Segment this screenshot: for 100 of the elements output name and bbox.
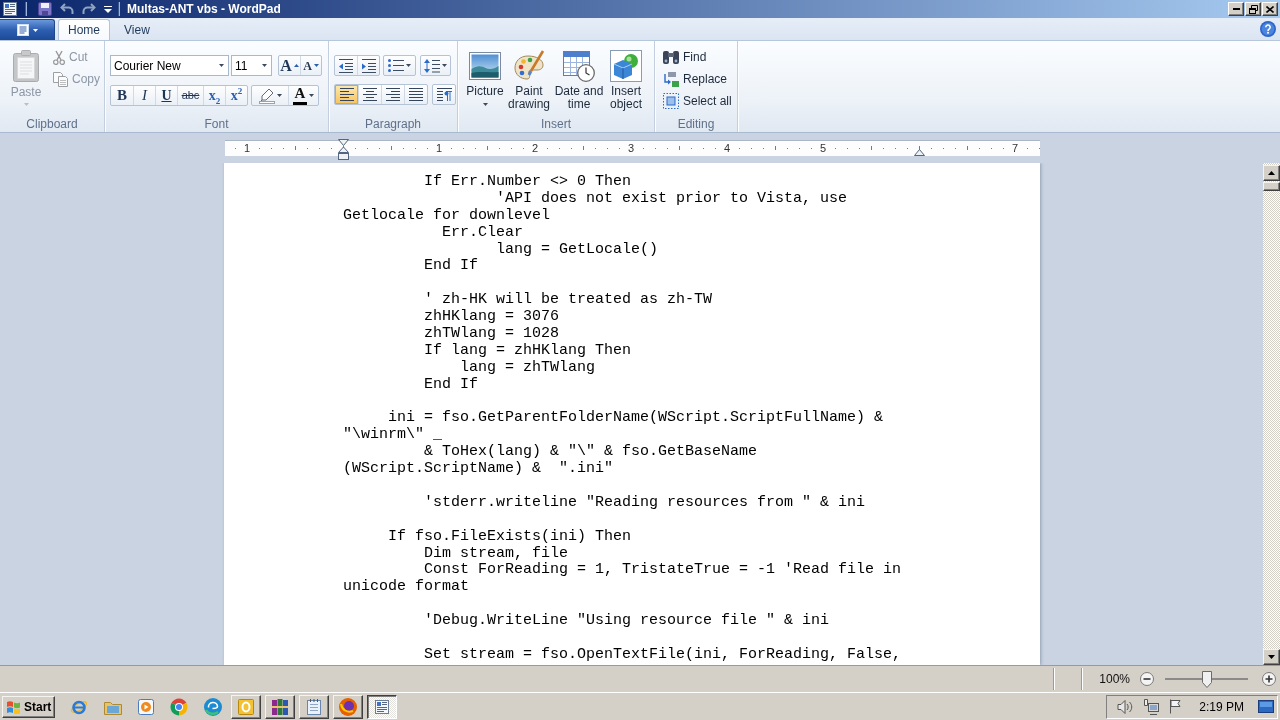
group-label: Editing xyxy=(677,117,715,131)
close-button[interactable] xyxy=(1262,2,1278,16)
minimize-icon xyxy=(1232,8,1240,10)
superscript-button[interactable]: x$^{2}$ xyxy=(225,86,247,105)
code-line: & ToHex(lang) & "\" & fso.GetBaseName xyxy=(424,443,758,461)
start-button[interactable]: Start xyxy=(2,695,55,718)
paragraph-button[interactable] xyxy=(432,84,456,105)
up-arrow-icon xyxy=(1268,171,1275,175)
flag-icon[interactable] xyxy=(1169,699,1182,714)
code-line: If fso.FileExists(ini) Then xyxy=(388,527,632,545)
paint-drawing-button[interactable]: Paint drawing xyxy=(506,44,552,117)
align-left-icon xyxy=(339,88,354,101)
group-label: Clipboard xyxy=(26,117,78,131)
code-line: Set stream = fso.OpenTextFile(ini, ForReading, False, xyxy=(424,645,902,663)
clock[interactable]: 2:19 PM xyxy=(1199,699,1244,714)
subscript-button[interactable]: x$_{2}$ xyxy=(203,86,225,105)
scroll-up-button[interactable] xyxy=(1263,165,1280,181)
picture-icon xyxy=(469,52,501,80)
dropdown-icon[interactable] xyxy=(104,5,112,13)
paragraph-icon xyxy=(436,88,452,101)
code-line: Err.Clear xyxy=(442,223,524,241)
taskbar-button[interactable] xyxy=(367,694,397,719)
save-icon[interactable] xyxy=(38,2,52,16)
insert-object-button[interactable]: Insert object xyxy=(606,44,646,117)
help-icon[interactable] xyxy=(1260,21,1276,37)
copy-icon xyxy=(53,71,68,87)
group-label: Font xyxy=(204,117,229,131)
scroll-down-button[interactable] xyxy=(1263,649,1280,665)
scroll-thumb[interactable] xyxy=(1263,182,1280,191)
underline-button[interactable]: U xyxy=(155,86,177,105)
align-right-icon xyxy=(386,88,400,101)
shrink-font-button[interactable]: A xyxy=(300,56,321,75)
down-arrow-icon xyxy=(1268,655,1275,659)
code-line: End If xyxy=(424,375,479,393)
restore-button[interactable] xyxy=(1245,2,1261,16)
caret-icon xyxy=(406,64,411,67)
italic-button[interactable]: I xyxy=(133,86,155,105)
font-color-button[interactable]: A xyxy=(288,86,318,105)
code-line: End If xyxy=(424,257,479,275)
grow-font-button[interactable]: A xyxy=(279,56,300,75)
replace-icon xyxy=(663,71,679,87)
code-line: If Err.Number <> 0 Then xyxy=(424,173,632,190)
code-line: ' zh-HK will be treated as zh-TW xyxy=(424,291,713,309)
undo-icon[interactable] xyxy=(60,3,74,15)
select-all-button[interactable]: Select all xyxy=(660,92,737,110)
caret-icon xyxy=(32,28,38,32)
app-icon[interactable] xyxy=(3,2,17,16)
code-line: "\winrm\" _ xyxy=(343,426,443,444)
globe-icon xyxy=(339,697,357,716)
bold-button[interactable]: B xyxy=(111,86,133,105)
zoom-slider-thumb[interactable] xyxy=(1201,670,1212,688)
code-line: Getlocale for downlevel xyxy=(343,206,551,224)
caret-icon xyxy=(262,64,267,67)
document-icon xyxy=(375,699,389,714)
network-icon[interactable] xyxy=(1143,698,1160,715)
minimize-button[interactable] xyxy=(1228,2,1244,16)
document-icon xyxy=(16,24,29,36)
font-family-dropdown[interactable]: Courier New xyxy=(110,55,229,76)
redo-icon[interactable] xyxy=(82,3,96,15)
vertical-scrollbar[interactable] xyxy=(1263,163,1280,665)
zoom-out-button[interactable] xyxy=(1140,672,1154,686)
zoom-in-button[interactable] xyxy=(1262,672,1276,686)
document-editor[interactable] xyxy=(224,163,1040,665)
line-spacing-button[interactable] xyxy=(420,55,451,76)
play-icon[interactable] xyxy=(138,698,154,715)
books-icon xyxy=(272,698,288,715)
calendar-clock-icon xyxy=(563,50,595,82)
speaker-icon[interactable] xyxy=(1117,699,1134,714)
select-all-icon xyxy=(663,93,679,109)
code-line: unicode format xyxy=(343,578,470,596)
justify-icon xyxy=(409,88,423,101)
group-label: Insert xyxy=(541,117,571,131)
binoculars-icon xyxy=(663,50,679,64)
right-indent-marker-icon[interactable] xyxy=(914,149,925,156)
palette-icon xyxy=(513,50,545,82)
segmented-circle-icon[interactable] xyxy=(170,697,188,716)
bullets-button[interactable] xyxy=(383,55,416,76)
caret-icon xyxy=(442,64,447,67)
close-icon xyxy=(1266,5,1274,13)
swirl-icon[interactable] xyxy=(204,697,222,716)
ribbon-tab[interactable]: Home xyxy=(58,19,110,40)
increase-indent-button[interactable] xyxy=(357,56,379,75)
ribbon-tab[interactable]: View xyxy=(114,19,160,40)
align-left-button[interactable] xyxy=(335,85,358,104)
strikethrough-button[interactable]: abc xyxy=(177,86,203,105)
notepad-icon xyxy=(307,698,321,715)
caret-icon xyxy=(482,103,488,106)
font-size-dropdown[interactable]: 11 xyxy=(231,55,272,76)
indent-marker-icon[interactable] xyxy=(338,139,349,160)
date-time-button[interactable]: Date and time xyxy=(553,44,605,117)
show-desktop-icon[interactable] xyxy=(1258,700,1274,713)
replace-button[interactable]: Replace xyxy=(660,70,737,88)
picture-button[interactable]: Picture xyxy=(465,44,505,117)
find-button[interactable]: Find xyxy=(660,48,737,66)
scissors-icon xyxy=(53,49,65,65)
code-line: 'stderr.writeline "Reading resources from " & ini xyxy=(424,493,866,511)
zoom-level: 100% xyxy=(1099,672,1130,686)
bullet-list-icon xyxy=(388,59,404,72)
caret-icon xyxy=(23,103,29,106)
app-menu-button[interactable] xyxy=(0,19,55,40)
